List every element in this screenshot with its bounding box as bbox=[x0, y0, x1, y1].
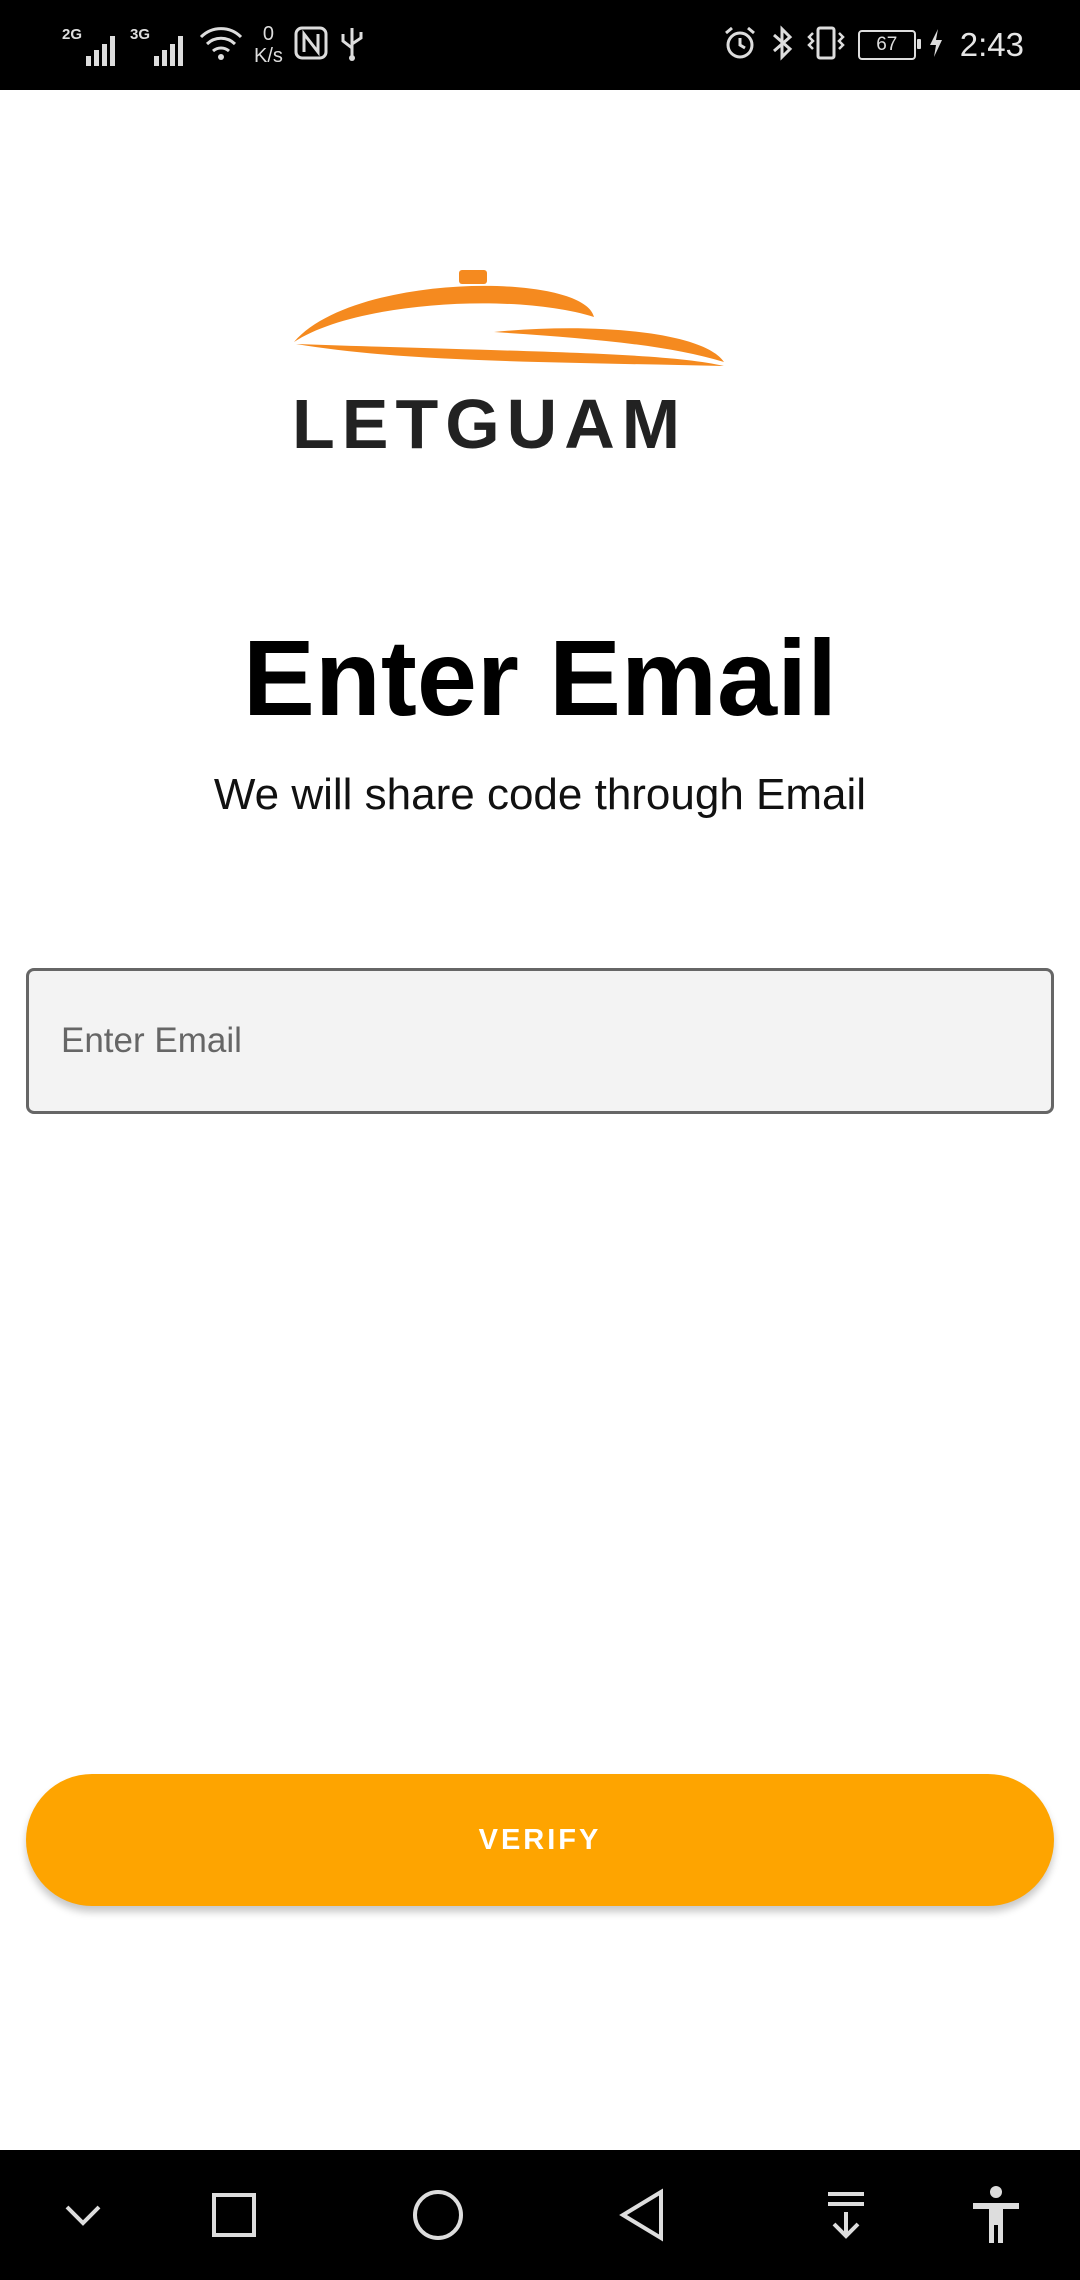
status-bar: 2G 3G 0 K/s 67 2:43 bbox=[0, 0, 1080, 90]
speed-value: 0 bbox=[262, 23, 275, 45]
clock: 2:43 bbox=[959, 26, 1024, 63]
charging-icon bbox=[928, 28, 944, 63]
accessibility-icon[interactable] bbox=[966, 2185, 1026, 2245]
nfc-icon bbox=[293, 25, 329, 66]
notification-pulldown-icon[interactable] bbox=[816, 2185, 876, 2245]
signal-icon: 2G bbox=[62, 20, 120, 70]
system-nav-bar bbox=[0, 2150, 1080, 2280]
back-triangle-icon[interactable] bbox=[612, 2185, 672, 2245]
wifi-icon bbox=[198, 23, 244, 68]
battery-level: 67 bbox=[876, 34, 898, 55]
network-type-label: 2G bbox=[62, 26, 83, 43]
email-input[interactable] bbox=[26, 968, 1054, 1114]
verify-button[interactable]: VERIFY bbox=[26, 1774, 1054, 1906]
network-type-label: 3G bbox=[130, 26, 151, 43]
alarm-icon bbox=[722, 25, 758, 66]
battery-icon: 67 bbox=[857, 30, 921, 60]
chevron-down-icon[interactable] bbox=[53, 2185, 113, 2245]
signal-icon: 3G bbox=[130, 20, 188, 70]
car-roof-swoosh bbox=[294, 270, 724, 366]
speed-unit: K/s bbox=[254, 45, 283, 67]
vibrate-icon bbox=[806, 25, 846, 66]
page-subtitle: We will share code through Email bbox=[213, 770, 867, 819]
usb-icon bbox=[339, 24, 365, 67]
network-speed: 0 K/s bbox=[254, 23, 283, 67]
bluetooth-icon bbox=[770, 24, 794, 66]
logo-wordmark: LETGUAM bbox=[292, 385, 688, 463]
recents-square-icon[interactable] bbox=[204, 2185, 264, 2245]
letguam-logo: LETGUAM bbox=[284, 262, 744, 463]
page-title: Enter Email bbox=[242, 617, 838, 738]
home-circle-icon[interactable] bbox=[408, 2185, 468, 2245]
